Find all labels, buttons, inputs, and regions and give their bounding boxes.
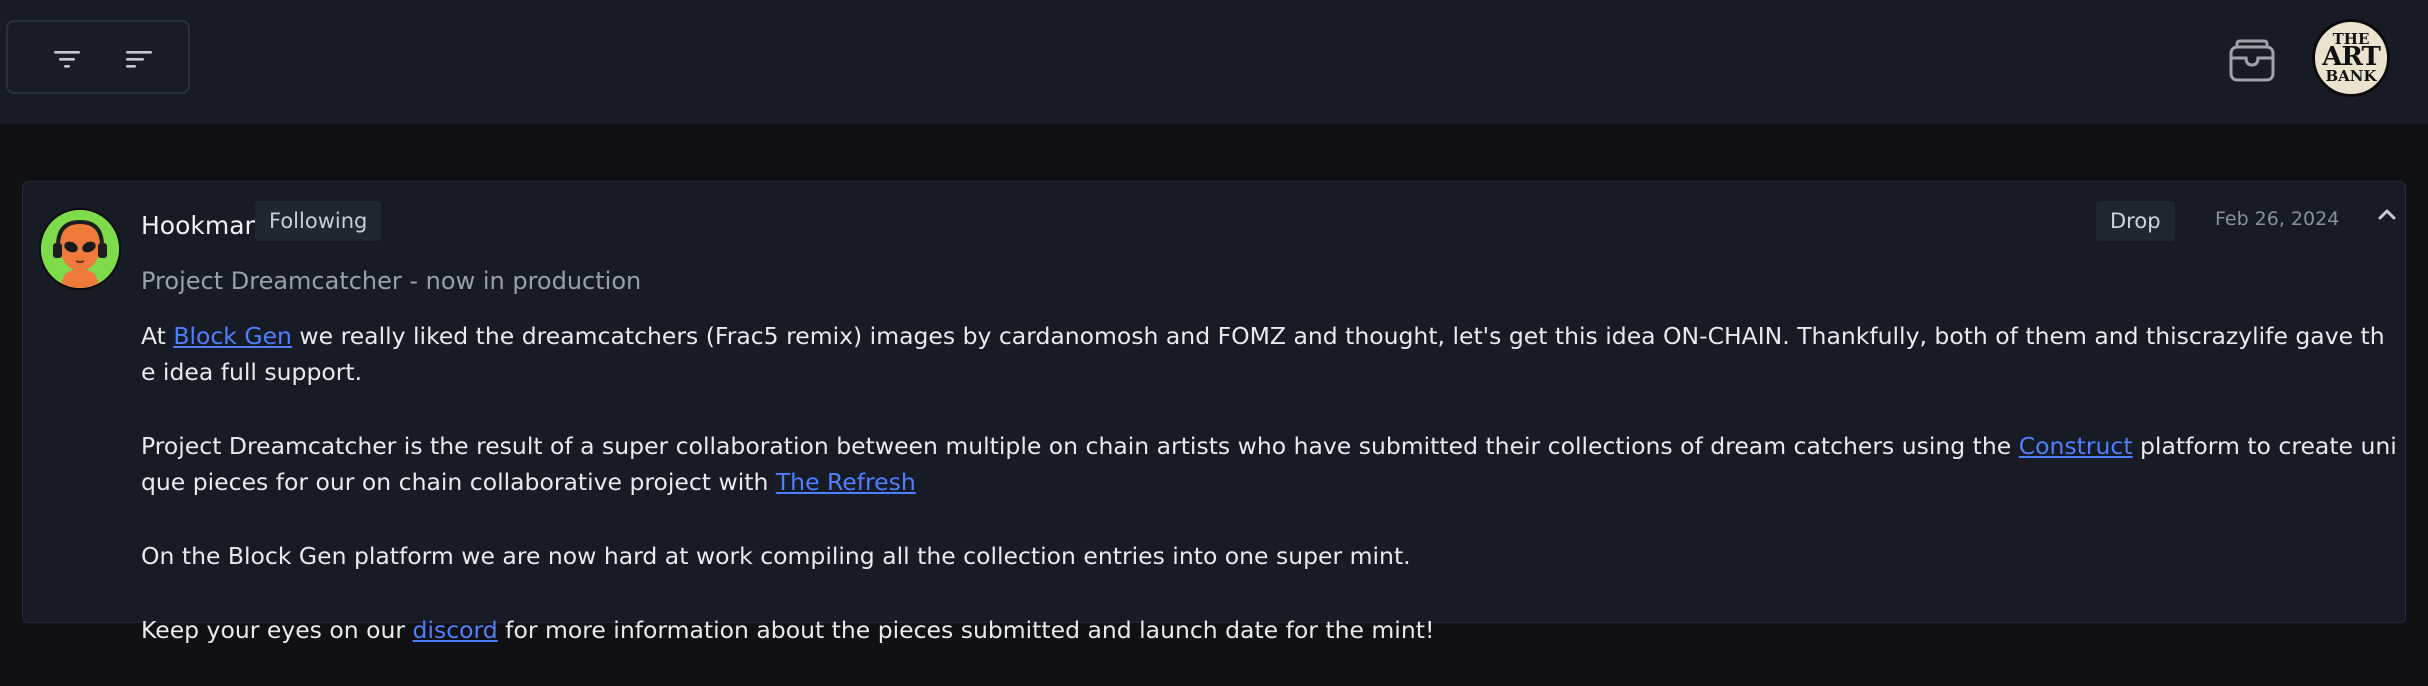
logo-text-bank: BANK xyxy=(2325,66,2377,85)
following-badge[interactable]: Following xyxy=(255,201,382,241)
post-paragraph: Project Dreamcatcher is the result of a … xyxy=(141,432,2397,496)
post-date: Feb 26, 2024 xyxy=(2215,208,2340,230)
post-paragraph: Keep your eyes on our discord for more i… xyxy=(141,616,1435,644)
construct-link[interactable]: Construct xyxy=(2019,432,2133,460)
post-card: Hookman Following Drop Feb 26, 2024 Proj… xyxy=(22,181,2406,644)
chevron-up-icon[interactable] xyxy=(2373,200,2401,228)
post-title: Project Dreamcatcher - now in production xyxy=(141,267,642,295)
author-avatar[interactable] xyxy=(39,208,121,290)
the-refresh-link[interactable]: The Refresh xyxy=(776,468,916,496)
post-body: At Block Gen we really liked the dreamca… xyxy=(141,318,2397,686)
discord-link[interactable]: discord xyxy=(413,616,498,644)
alien-avatar-icon xyxy=(41,210,119,288)
filter-funnel-icon[interactable] xyxy=(50,42,84,76)
filter-sort-group xyxy=(6,20,190,94)
wallet-icon[interactable] xyxy=(2228,38,2276,84)
top-toolbar: THE ART BANK xyxy=(0,0,2428,124)
post-paragraph: At Block Gen we really liked the dreamca… xyxy=(141,322,2385,386)
block-gen-link[interactable]: Block Gen xyxy=(173,322,292,350)
post-type-badge[interactable]: Drop xyxy=(2096,201,2175,241)
author-name[interactable]: Hookman xyxy=(141,211,260,240)
sort-lines-icon[interactable] xyxy=(122,42,156,76)
post-paragraph: On the Block Gen platform we are now har… xyxy=(141,542,1411,570)
art-bank-logo[interactable]: THE ART BANK xyxy=(2312,19,2390,97)
